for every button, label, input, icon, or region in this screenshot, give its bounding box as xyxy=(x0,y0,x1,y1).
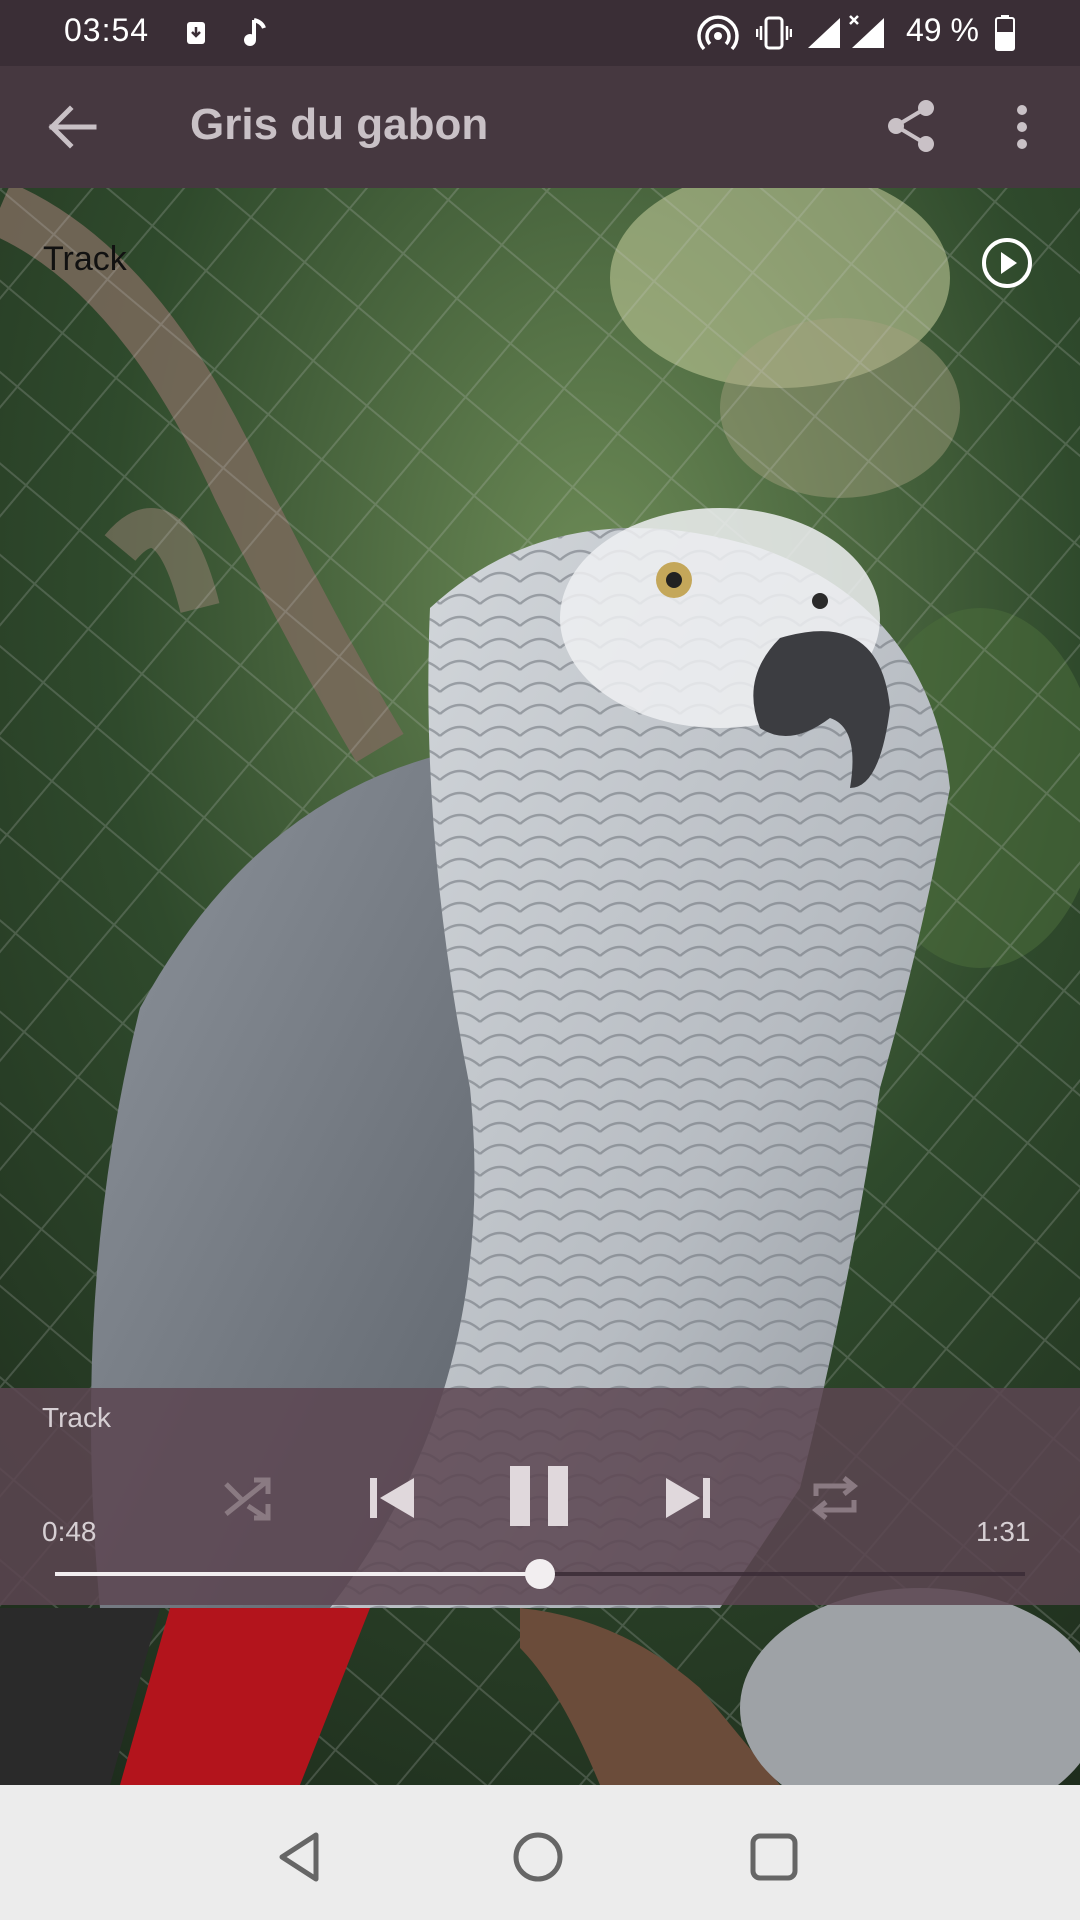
seek-thumb[interactable] xyxy=(525,1559,555,1589)
track-label: Track xyxy=(43,240,127,278)
vibrate-icon xyxy=(756,16,792,50)
next-icon[interactable] xyxy=(662,1474,714,1522)
total-time: 1:31 xyxy=(976,1516,1031,1547)
nav-home-icon[interactable] xyxy=(510,1829,566,1885)
previous-icon[interactable] xyxy=(366,1474,418,1522)
seek-progress xyxy=(55,1572,540,1576)
current-time: 0:48 xyxy=(42,1516,97,1547)
signal-x-icon xyxy=(849,15,884,48)
signal-icon xyxy=(808,18,840,48)
status-bar: 03:54 49 % xyxy=(0,0,1080,66)
hotspot-icon xyxy=(697,15,739,51)
seek-track[interactable] xyxy=(55,1559,1025,1589)
battery-percent: 49 % xyxy=(906,12,979,48)
share-icon[interactable] xyxy=(884,98,940,154)
nav-back-icon[interactable] xyxy=(274,1829,324,1885)
page-title: Gris du gabon xyxy=(190,100,489,149)
battery-icon xyxy=(995,15,1015,51)
media-player-panel: Track 0:48 1:31 xyxy=(0,1388,1080,1605)
navigation-bar xyxy=(0,1785,1080,1920)
music-note-icon xyxy=(244,18,266,46)
status-time: 03:54 xyxy=(64,12,150,48)
pause-icon[interactable] xyxy=(506,1462,572,1530)
back-arrow-icon[interactable] xyxy=(46,104,98,150)
player-track-label: Track xyxy=(42,1402,111,1433)
download-notification-icon xyxy=(187,22,205,44)
nav-recents-icon[interactable] xyxy=(748,1831,800,1883)
overflow-menu-icon[interactable] xyxy=(1010,102,1034,152)
repeat-icon[interactable] xyxy=(808,1474,862,1522)
app-bar: Gris du gabon xyxy=(0,66,1080,188)
play-circle-icon[interactable] xyxy=(980,236,1034,290)
shuffle-icon[interactable] xyxy=(222,1476,272,1522)
